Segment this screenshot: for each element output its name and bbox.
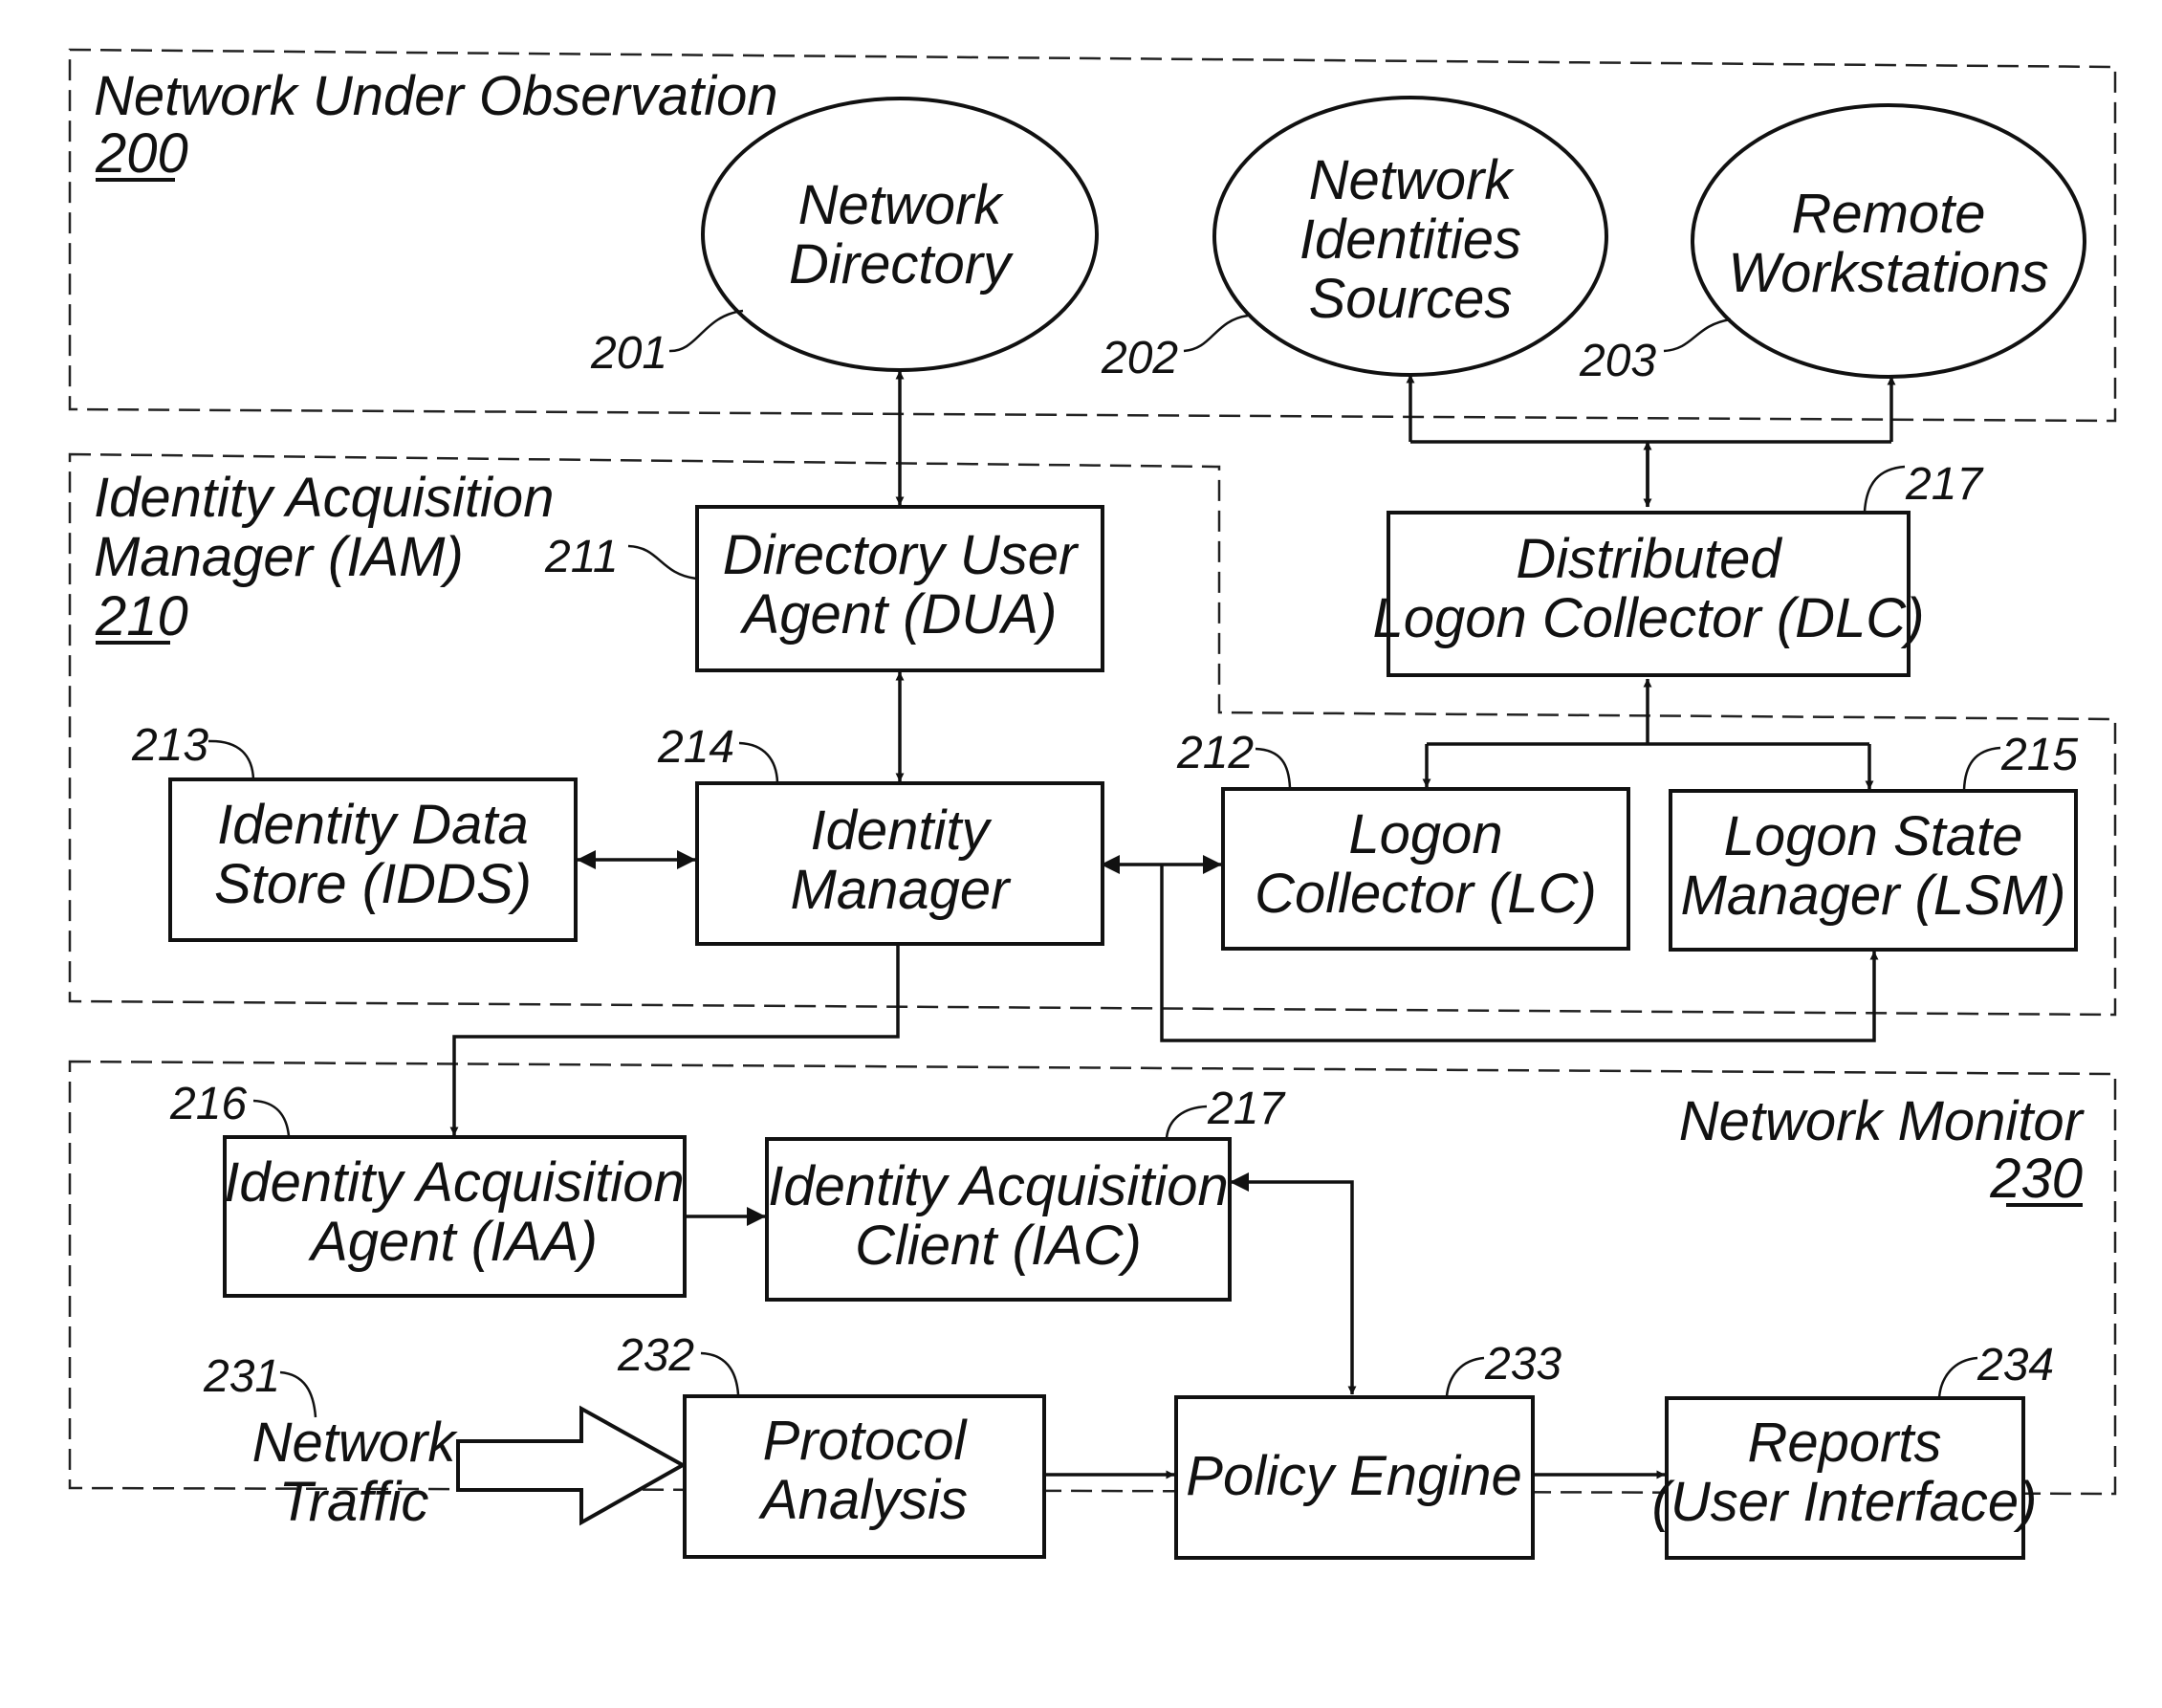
node-label: Workstations bbox=[1728, 242, 2048, 304]
ref-232: 232 bbox=[617, 1330, 694, 1381]
leader-line bbox=[1255, 747, 1292, 789]
leader-line bbox=[1863, 465, 1906, 513]
ref-202: 202 bbox=[1101, 333, 1178, 383]
ref-217-iac: 217 bbox=[1207, 1084, 1286, 1134]
node-directory-user-agent[interactable]: Directory User Agent (DUA) bbox=[695, 505, 1104, 672]
node-policy-engine[interactable]: Policy Engine bbox=[1174, 1395, 1535, 1560]
leader-line bbox=[279, 1370, 317, 1418]
network-traffic-label: Network bbox=[252, 1412, 459, 1474]
node-label: (User Interface) bbox=[1652, 1471, 2038, 1533]
node-logon-state-manager[interactable]: Logon State Manager (LSM) bbox=[1669, 789, 2078, 952]
leader-line bbox=[1962, 746, 2001, 791]
group-ref-210: 210 bbox=[95, 585, 188, 647]
ref-211: 211 bbox=[544, 532, 619, 582]
ref-201: 201 bbox=[590, 328, 667, 379]
node-label: Reports bbox=[1747, 1412, 1941, 1474]
ref-217-dlc: 217 bbox=[1905, 459, 1984, 510]
node-remote-workstations[interactable]: Remote Workstations bbox=[1691, 103, 2086, 379]
leader-line bbox=[627, 544, 697, 580]
node-label: Remote bbox=[1791, 183, 1985, 245]
node-label: Identity Acquisition bbox=[224, 1151, 684, 1214]
node-label: Manager (LSM) bbox=[1681, 865, 2066, 927]
ref-214: 214 bbox=[657, 722, 734, 773]
node-network-identities-sources[interactable]: Network Identities Sources bbox=[1212, 96, 1608, 377]
node-label: Protocol bbox=[763, 1410, 969, 1472]
leader-line bbox=[1445, 1356, 1485, 1397]
ref-216: 216 bbox=[169, 1079, 247, 1129]
leader-line bbox=[252, 1099, 291, 1137]
leader-line bbox=[1165, 1105, 1208, 1139]
ref-233: 233 bbox=[1484, 1339, 1561, 1390]
ref-213: 213 bbox=[131, 720, 208, 771]
group-ref-200: 200 bbox=[95, 122, 188, 185]
node-label: Store (IDDS) bbox=[214, 853, 532, 915]
network-traffic-block-arrow bbox=[456, 1405, 688, 1526]
group-title-iam-line2: Manager (IAM) bbox=[94, 526, 464, 588]
node-label: Identity Data bbox=[217, 794, 529, 856]
node-label: Network bbox=[1309, 149, 1516, 211]
node-label: Logon bbox=[1348, 803, 1502, 865]
node-identity-data-store[interactable]: Identity Data Store (IDDS) bbox=[168, 777, 578, 942]
node-distributed-logon-collector[interactable]: Distributed Logon Collector (DLC) bbox=[1372, 511, 1925, 677]
node-label: Identity bbox=[811, 799, 993, 862]
ref-215: 215 bbox=[2000, 730, 2078, 780]
node-label: Network bbox=[798, 174, 1005, 236]
node-label: Distributed bbox=[1516, 528, 1782, 590]
node-logon-collector[interactable]: Logon Collector (LC) bbox=[1221, 787, 1630, 951]
node-label: Agent (DUA) bbox=[740, 583, 1058, 646]
group-title-network-monitor: Network Monitor bbox=[1679, 1090, 2086, 1152]
edge-iac-policy-engine bbox=[1230, 1172, 1357, 1395]
node-label: Logon Collector (DLC) bbox=[1372, 587, 1924, 649]
node-label: Analysis bbox=[758, 1469, 968, 1531]
leader-line bbox=[1183, 314, 1249, 353]
node-identity-acquisition-agent[interactable]: Identity Acquisition Agent (IAA) bbox=[223, 1135, 687, 1298]
node-label: Agent (IAA) bbox=[308, 1211, 598, 1273]
system-architecture-diagram: Network Under Observation 200 Identity A… bbox=[68, 48, 2117, 1560]
edge-identity-manager-iaa bbox=[449, 945, 900, 1136]
node-label: Directory bbox=[789, 233, 1014, 296]
leader-line bbox=[700, 1351, 740, 1395]
node-label: Policy Engine bbox=[1186, 1445, 1521, 1507]
leader-line bbox=[207, 739, 255, 780]
node-label: Collector (LC) bbox=[1255, 863, 1597, 925]
node-label: Logon State bbox=[1724, 805, 2023, 867]
node-label: Client (IAC) bbox=[855, 1215, 1142, 1277]
leader-line bbox=[668, 309, 744, 353]
node-protocol-analysis[interactable]: Protocol Analysis bbox=[683, 1394, 1046, 1559]
node-identity-acquisition-client[interactable]: Identity Acquisition Client (IAC) bbox=[765, 1137, 1232, 1302]
ref-212: 212 bbox=[1176, 728, 1254, 778]
group-title-iam-line1: Identity Acquisition bbox=[94, 467, 554, 529]
leader-line bbox=[1663, 318, 1732, 353]
leader-line bbox=[1937, 1356, 1978, 1398]
node-identity-manager[interactable]: Identity Manager bbox=[695, 781, 1104, 946]
network-traffic-label: Traffic bbox=[279, 1471, 429, 1533]
node-label: Identity Acquisition bbox=[768, 1155, 1228, 1217]
node-label: Directory User bbox=[723, 524, 1080, 586]
ref-203: 203 bbox=[1579, 336, 1656, 386]
group-ref-230: 230 bbox=[1989, 1148, 2083, 1210]
node-network-directory[interactable]: Network Directory bbox=[701, 97, 1099, 372]
node-label: Identities bbox=[1299, 208, 1521, 271]
group-title-network-under-observation: Network Under Observation bbox=[94, 65, 778, 127]
node-label: Manager bbox=[791, 859, 1013, 921]
node-reports[interactable]: Reports (User Interface) bbox=[1652, 1396, 2038, 1560]
ref-231: 231 bbox=[203, 1351, 280, 1402]
leader-line bbox=[738, 741, 779, 783]
ref-234: 234 bbox=[1976, 1340, 2054, 1390]
node-label: Sources bbox=[1309, 268, 1513, 330]
